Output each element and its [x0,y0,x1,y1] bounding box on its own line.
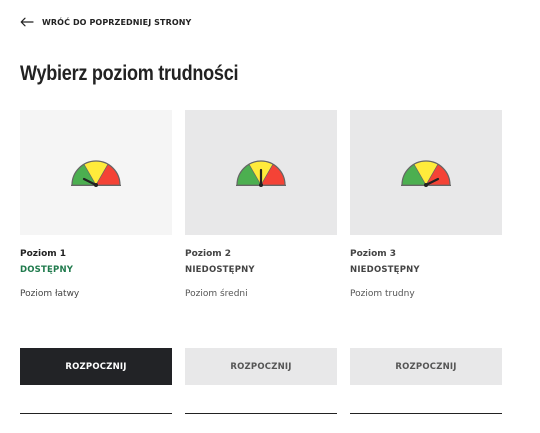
status-badge: NIEDOSTĘPNY [185,265,255,275]
status-badge: NIEDOSTĘPNY [350,265,420,275]
difficulty-gauge-icon [401,159,451,187]
back-link-label: WRÓĆ DO POPRZEDNIEJ STRONY [42,17,192,27]
page-title: Wybierz poziom trudności [20,62,239,85]
level-card-3: Poziom 3 NIEDOSTĘPNY Poziom trudny ROZPO… [350,110,502,415]
level-card-1: Poziom 1 DOSTĘPNY Poziom łatwy ROZPOCZNI… [20,110,172,415]
level-card-2: Poziom 2 NIEDOSTĘPNY Poziom średni ROZPO… [185,110,337,415]
start-button-2[interactable]: ROZPOCZNIJ [185,348,337,385]
level-image-1 [20,110,172,235]
difficulty-gauge-icon [236,159,286,187]
level-description: Poziom średni [185,289,248,299]
start-button-3[interactable]: ROZPOCZNIJ [350,348,502,385]
level-description: Poziom łatwy [20,289,80,299]
back-link[interactable]: WRÓĆ DO POPRZEDNIEJ STRONY [20,17,191,27]
level-title: Poziom 1 [20,249,67,259]
level-title: Poziom 2 [185,249,232,259]
card-divider [185,413,337,414]
level-description: Poziom trudny [350,289,415,299]
difficulty-gauge-icon [71,159,121,187]
level-image-2 [185,110,337,235]
arrow-left-icon [20,17,34,27]
level-title: Poziom 3 [350,249,397,259]
level-image-3 [350,110,502,235]
status-badge: DOSTĘPNY [20,265,74,275]
start-button-1[interactable]: ROZPOCZNIJ [20,348,172,385]
card-divider [350,413,502,414]
card-divider [20,413,172,414]
